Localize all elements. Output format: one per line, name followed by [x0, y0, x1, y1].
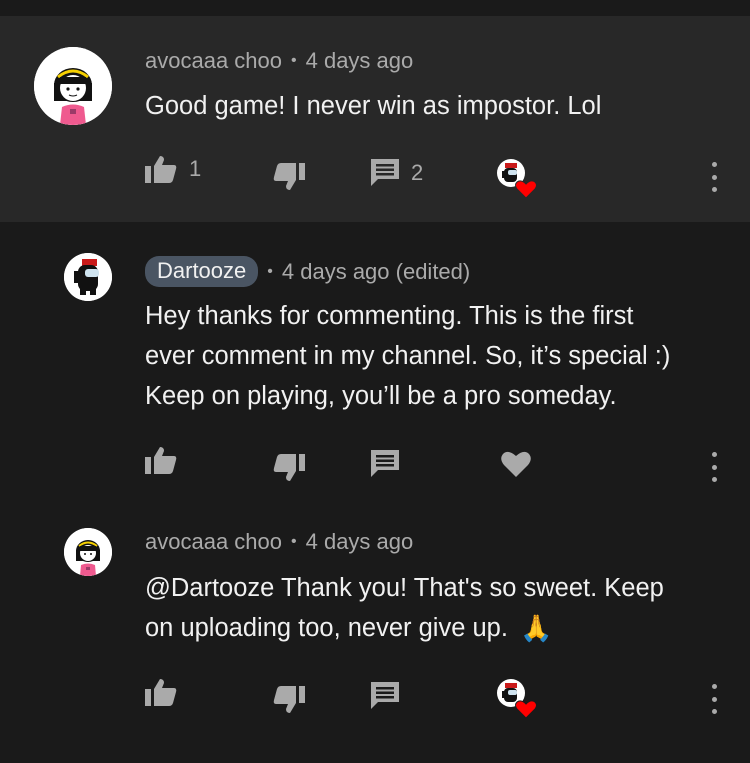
creator-author-chip[interactable]: Dartooze — [145, 256, 259, 287]
comment-actions — [0, 676, 750, 719]
dislike-button[interactable] — [273, 686, 305, 714]
reply-button[interactable] — [371, 682, 399, 710]
like-button[interactable] — [145, 678, 177, 706]
comment-icon — [371, 450, 399, 477]
comment-text: Good game! I never win as impostor. Lol — [145, 86, 601, 126]
comment-meta: Dartooze • 4 days ago (edited) — [145, 256, 470, 287]
creator-avatar-heart-icon — [497, 159, 537, 199]
dislike-button[interactable] — [273, 454, 305, 482]
separator-dot: • — [267, 262, 273, 280]
top-strip — [0, 0, 750, 16]
thumbs-down-icon — [273, 686, 305, 713]
creator-heart-badge — [497, 158, 539, 200]
girl-avatar-icon — [64, 528, 112, 576]
reply-count: 2 — [411, 160, 424, 185]
comment-text-line: @Dartooze Thank you! That's so sweet. Ke… — [145, 574, 664, 602]
more-vertical-icon[interactable] — [705, 452, 723, 482]
thumbs-down-icon — [273, 163, 305, 190]
author-name[interactable]: avocaaa choo — [145, 48, 282, 74]
separator-dot: • — [291, 52, 297, 69]
comment-meta: avocaaa choo • 4 days ago — [145, 529, 413, 555]
thumbs-down-icon — [273, 454, 305, 481]
timestamp[interactable]: 4 days ago — [306, 48, 414, 74]
reply-button[interactable] — [371, 450, 399, 478]
comment-actions — [0, 444, 750, 484]
comment-text-line: Hey thanks for commenting. This is the f… — [145, 302, 634, 330]
thumbs-up-icon — [145, 447, 177, 474]
thumbs-up-icon — [145, 679, 177, 706]
avatar[interactable] — [34, 47, 112, 125]
comment-actions: 1 2 — [0, 153, 750, 199]
crewmate-avatar-icon — [64, 253, 112, 301]
like-button[interactable]: 1 — [145, 155, 201, 183]
comment-meta: avocaaa choo • 4 days ago — [145, 48, 413, 74]
thumbs-up-icon — [145, 156, 177, 183]
more-vertical-icon[interactable] — [705, 162, 723, 192]
creator-heart-badge — [497, 678, 539, 720]
reply-button[interactable]: 2 — [371, 159, 423, 187]
more-vertical-icon[interactable] — [705, 684, 723, 714]
comment-text-line: ever comment in my channel. So, it’s spe… — [145, 342, 671, 370]
comment-text-line: Good game! I never win as impostor. Lol — [145, 92, 602, 120]
comment-text-line: on uploading too, never give up. — [145, 614, 508, 642]
heart-button[interactable] — [501, 450, 531, 477]
separator-dot: • — [291, 533, 297, 550]
comment-text-line: Keep on playing, you’ll be a pro someday… — [145, 382, 617, 410]
folded-hands-emoji: 🙏 — [519, 613, 553, 643]
like-count: 1 — [189, 156, 202, 181]
avatar[interactable] — [64, 253, 112, 301]
dislike-button[interactable] — [273, 163, 305, 191]
timestamp[interactable]: 4 days ago — [306, 529, 414, 555]
author-name[interactable]: avocaaa choo — [145, 529, 282, 555]
like-button[interactable] — [145, 446, 177, 474]
comment-icon — [371, 159, 399, 186]
comment-text: @Dartooze Thank you! That's so sweet. Ke… — [145, 568, 664, 648]
comment-text-line-with-emoji: on uploading too, never give up. 🙏 — [145, 608, 664, 648]
timestamp[interactable]: 4 days ago (edited) — [282, 259, 470, 285]
creator-avatar-heart-icon — [497, 679, 537, 719]
heart-icon — [501, 451, 531, 477]
avatar[interactable] — [64, 528, 112, 576]
comment-icon — [371, 682, 399, 709]
girl-avatar-icon — [34, 47, 112, 125]
comment-text: Hey thanks for commenting. This is the f… — [145, 296, 670, 416]
